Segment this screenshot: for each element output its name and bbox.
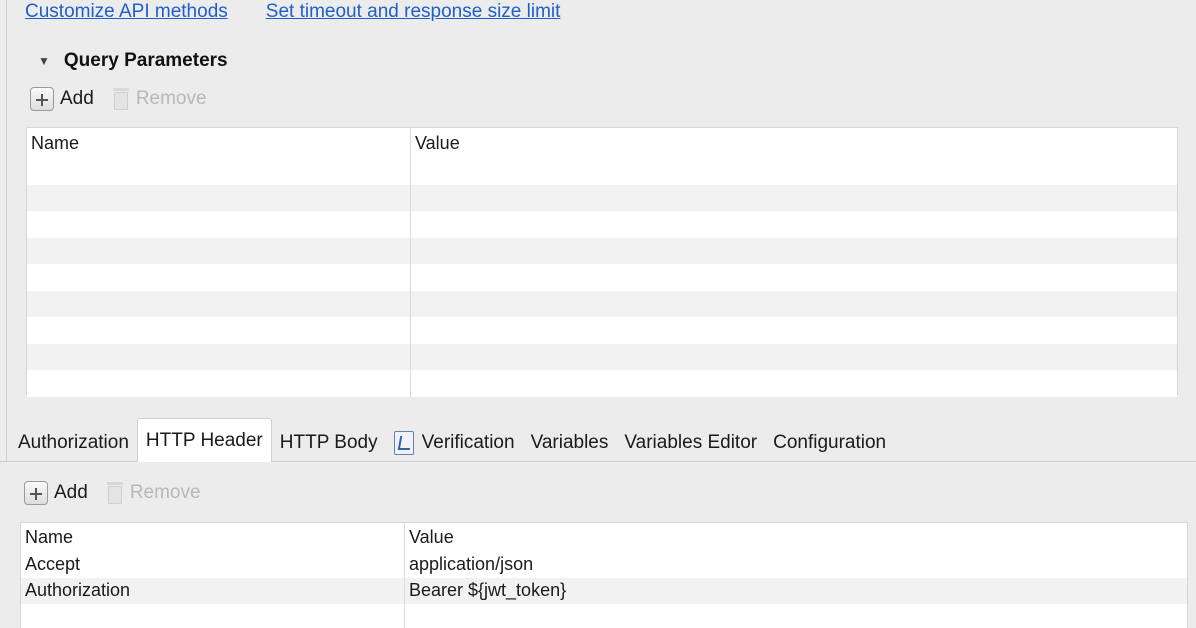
table-row[interactable] [27,184,1177,211]
trash-icon [112,87,130,111]
header-toolbar: Add Remove [24,479,201,507]
api-request-panel: Customize API methods Set timeout and re… [0,0,1196,628]
http-header-table[interactable]: Name Value Accept application/json Autho… [20,522,1188,628]
table-row[interactable] [27,211,1177,238]
header-add-label: Add [54,482,88,503]
table-row[interactable] [27,290,1177,317]
customize-api-methods-link[interactable]: Customize API methods [25,0,228,26]
trash-icon [106,481,124,505]
tab-label: Configuration [773,432,887,453]
query-name-column-header[interactable]: Name [27,128,411,158]
header-table-body: Accept application/json Authorization Be… [21,551,1187,628]
table-row[interactable] [27,237,1177,264]
table-row[interactable]: Authorization Bearer ${jwt_token} [21,577,1187,604]
header-row-name: Authorization [21,577,405,604]
table-row[interactable] [27,158,1177,185]
plus-icon [24,481,48,505]
table-row[interactable] [27,370,1177,397]
header-remove-button[interactable]: Remove [106,481,201,505]
header-name-column-header[interactable]: Name [21,523,405,551]
header-row-value: application/json [409,553,534,574]
tab-label: Variables Editor [624,432,758,453]
table-row[interactable]: Accept application/json [21,551,1187,578]
tab-variables-editor[interactable]: Variables Editor [616,424,765,462]
tab-label: Verification [421,432,515,453]
query-toolbar: Add Remove [30,85,207,113]
table-row[interactable] [27,343,1177,370]
query-parameters-title: Query Parameters [63,50,228,71]
header-remove-label: Remove [129,482,201,503]
tab-label: Authorization [18,432,129,453]
query-add-label: Add [60,88,94,109]
query-value-column-header[interactable]: Value [411,133,460,154]
tab-http-header[interactable]: HTTP Header [136,418,272,462]
header-value-column-header[interactable]: Value [405,527,454,548]
query-parameters-header[interactable]: ▼ Query Parameters [38,48,228,74]
query-remove-button[interactable]: Remove [112,87,207,111]
plus-icon [30,87,54,111]
query-remove-label: Remove [135,88,207,109]
tab-label: HTTP Body [279,432,378,453]
header-add-button[interactable]: Add [24,481,88,505]
set-timeout-link[interactable]: Set timeout and response size limit [266,0,561,26]
table-row[interactable] [21,604,1187,628]
header-row-value: Bearer ${jwt_token} [409,580,567,601]
header-row-name: Accept [21,551,405,578]
tab-label: Variables [530,432,609,453]
query-table-body [27,158,1177,397]
header-table-header: Name Value [21,523,1187,551]
query-table-header: Name Value [27,128,1177,158]
query-add-button[interactable]: Add [30,87,94,111]
tab-http-body[interactable]: HTTP Body [272,424,386,462]
collapse-triangle-icon[interactable]: ▼ [38,54,50,68]
table-row[interactable] [27,317,1177,344]
tab-verification[interactable]: Verification [386,424,523,462]
tab-authorization[interactable]: Authorization [10,424,137,462]
tab-variables[interactable]: Variables [523,424,617,462]
verification-icon [393,431,414,455]
tab-configuration[interactable]: Configuration [765,424,894,462]
tab-label: HTTP Header [145,429,263,451]
request-tabs: Authorization HTTP Header HTTP Body Veri… [10,418,894,462]
query-parameters-table[interactable]: Name Value [26,127,1178,397]
table-row[interactable] [27,264,1177,291]
top-links: Customize API methods Set timeout and re… [25,0,560,26]
